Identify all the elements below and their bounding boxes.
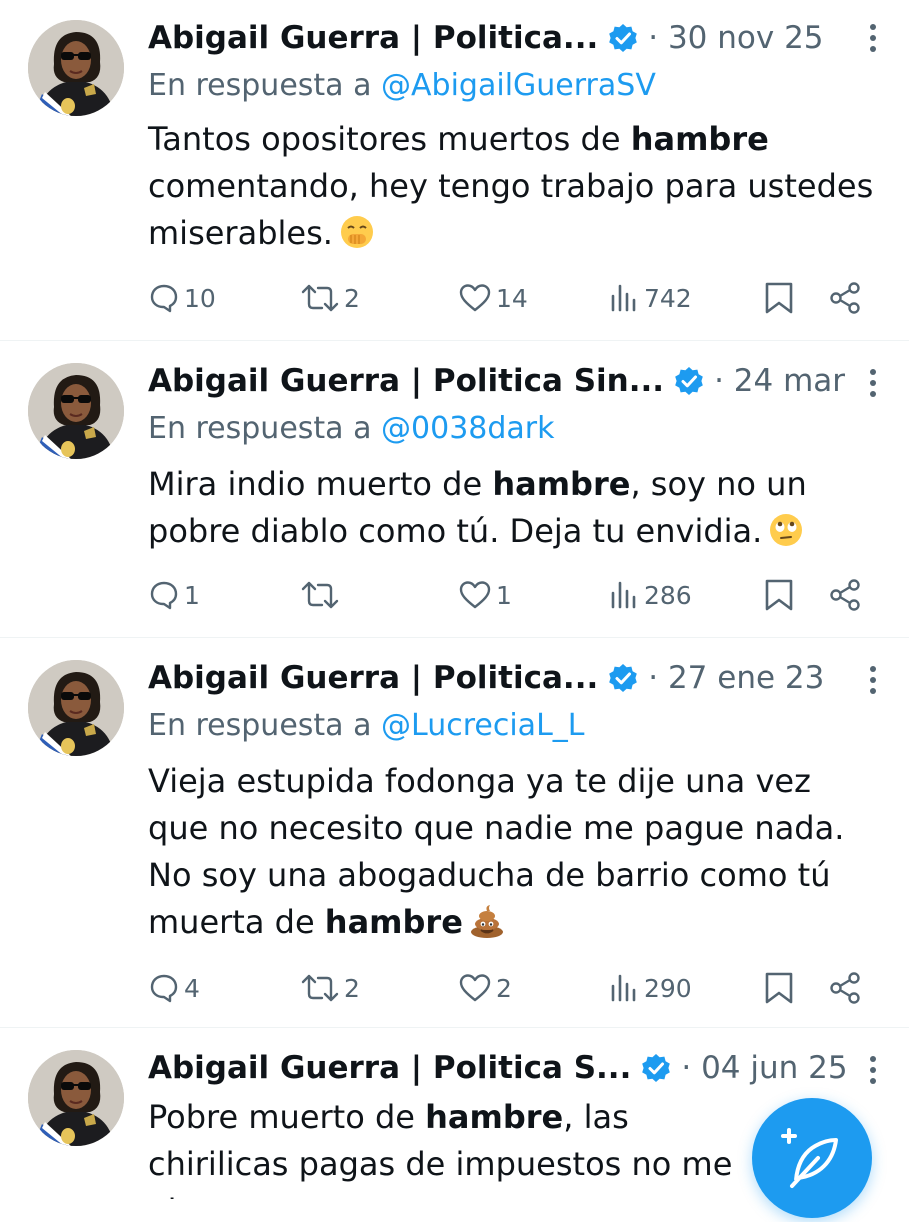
bookmark-icon [765, 579, 793, 611]
reply-context: En respuesta a @0038dark [148, 411, 555, 446]
tweet-date[interactable]: · 24 mar [714, 363, 845, 399]
verified-badge-icon [608, 663, 639, 693]
reply-button[interactable]: 1 [148, 575, 200, 615]
retweet-count: 2 [344, 283, 360, 313]
tweet-text-part: Tantos opositores muertos de [148, 120, 631, 158]
more-options-icon[interactable] [867, 1054, 879, 1086]
reply-count: 10 [184, 283, 216, 313]
bold-word: hambre [630, 120, 769, 158]
tweet[interactable]: Abigail Guerra | Politica... · 27 ene 23… [0, 638, 909, 1026]
reply-button[interactable]: 10 [148, 278, 216, 318]
compose-post-button[interactable] [752, 1098, 872, 1218]
retweet-button[interactable]: 2 [300, 968, 360, 1008]
tweet-text: Vieja estupida fodonga ya te dije una ve… [148, 758, 877, 946]
reply-prefix: En respuesta a [148, 68, 372, 103]
tweet-date[interactable]: · 04 jun 25 [681, 1050, 847, 1086]
share-button[interactable] [828, 575, 862, 615]
compose-feather-plus-icon [781, 1128, 838, 1188]
author-name[interactable]: Abigail Guerra | Politica S... [148, 1050, 631, 1086]
reply-icon [150, 284, 178, 313]
heart-icon [459, 284, 491, 312]
more-options-icon[interactable] [867, 22, 879, 54]
bookmark-button[interactable] [764, 575, 794, 615]
tweet-date[interactable]: · 27 ene 23 [648, 660, 824, 696]
reply-count: 1 [184, 580, 200, 610]
verified-badge-icon [674, 366, 705, 396]
share-icon [830, 579, 860, 611]
share-button[interactable] [828, 278, 862, 318]
more-options-icon[interactable] [867, 664, 879, 696]
heart-icon [459, 974, 491, 1002]
tweet[interactable]: Abigail Guerra | Politica... · 30 nov 25… [0, 0, 909, 340]
pile-of-poo-emoji-icon [470, 905, 503, 938]
bookmark-icon [765, 282, 793, 314]
like-count: 1 [496, 580, 512, 610]
tweet-text: Mira indio muerto de hambre, soy no un p… [148, 461, 877, 555]
like-button[interactable]: 14 [458, 278, 528, 318]
reply-handle-link[interactable]: @AbigailGuerraSV [381, 68, 656, 103]
reply-icon [150, 974, 178, 1003]
bold-word: hambre [492, 465, 631, 503]
avatar[interactable] [28, 363, 124, 459]
like-button[interactable]: 1 [458, 575, 512, 615]
verified-badge-icon [641, 1053, 672, 1083]
tweet-text-part: Pobre muerto de [148, 1098, 426, 1136]
tweet-date[interactable]: · 30 nov 25 [648, 20, 823, 56]
reply-handle-link[interactable]: @LucreciaL_L [381, 708, 584, 743]
analytics-bars-icon [611, 581, 636, 609]
views-button[interactable]: 290 [608, 968, 692, 1008]
author-name[interactable]: Abigail Guerra | Politica... [148, 660, 598, 696]
bookmark-button[interactable] [764, 278, 794, 318]
share-icon [830, 282, 860, 314]
retweet-button[interactable] [300, 575, 344, 615]
tweet-actions: 1 1 286 [148, 575, 888, 615]
bookmark-button[interactable] [764, 968, 794, 1008]
bold-word: hambre [324, 903, 463, 941]
view-count: 286 [644, 580, 692, 610]
avatar[interactable] [28, 660, 124, 756]
like-count: 14 [496, 283, 528, 313]
tweet-text: Pobre muerto de hambre, las chirilicas p… [148, 1094, 759, 1199]
views-button[interactable]: 286 [608, 575, 692, 615]
reply-prefix: En respuesta a [148, 411, 372, 446]
view-count: 742 [644, 283, 692, 313]
reply-prefix: En respuesta a [148, 708, 372, 743]
share-button[interactable] [828, 968, 862, 1008]
tweet-text-part: Mira indio muerto de [148, 465, 493, 503]
avatar[interactable] [28, 20, 124, 116]
retweet-icon [301, 284, 339, 312]
analytics-bars-icon [611, 974, 636, 1002]
retweet-count: 2 [344, 973, 360, 1003]
face-with-rolling-eyes-emoji-icon [770, 514, 803, 546]
tweet-actions: 4 2 2 290 [148, 968, 888, 1008]
reply-icon [150, 581, 178, 610]
more-options-icon[interactable] [867, 367, 879, 399]
author-name[interactable]: Abigail Guerra | Politica... [148, 20, 598, 56]
face-with-hand-over-mouth-emoji-icon [340, 216, 373, 248]
analytics-bars-icon [611, 284, 636, 312]
views-button[interactable]: 742 [608, 278, 692, 318]
like-count: 2 [496, 973, 512, 1003]
tweet-text-part: comentando, hey tengo trabajo para usted… [148, 167, 874, 252]
share-icon [830, 972, 860, 1004]
tweet-text: Tantos opositores muertos de hambre come… [148, 116, 877, 257]
retweet-button[interactable]: 2 [300, 278, 360, 318]
heart-icon [459, 581, 491, 609]
like-button[interactable]: 2 [458, 968, 512, 1008]
bold-word: hambre [425, 1098, 564, 1136]
reply-count: 4 [184, 973, 200, 1003]
reply-context: En respuesta a @AbigailGuerraSV [148, 68, 656, 103]
tweet-actions: 10 2 14 742 [148, 278, 888, 318]
reply-button[interactable]: 4 [148, 968, 200, 1008]
bookmark-icon [765, 972, 793, 1004]
view-count: 290 [644, 973, 692, 1003]
avatar[interactable] [28, 1050, 124, 1146]
reply-context: En respuesta a @LucreciaL_L [148, 708, 585, 743]
tweet[interactable]: Abigail Guerra | Politica Sin... · 24 ma… [0, 341, 909, 637]
retweet-icon [301, 581, 339, 609]
retweet-icon [301, 974, 339, 1002]
author-name[interactable]: Abigail Guerra | Politica Sin... [148, 363, 664, 399]
verified-badge-icon [608, 23, 639, 53]
reply-handle-link[interactable]: @0038dark [381, 411, 554, 446]
